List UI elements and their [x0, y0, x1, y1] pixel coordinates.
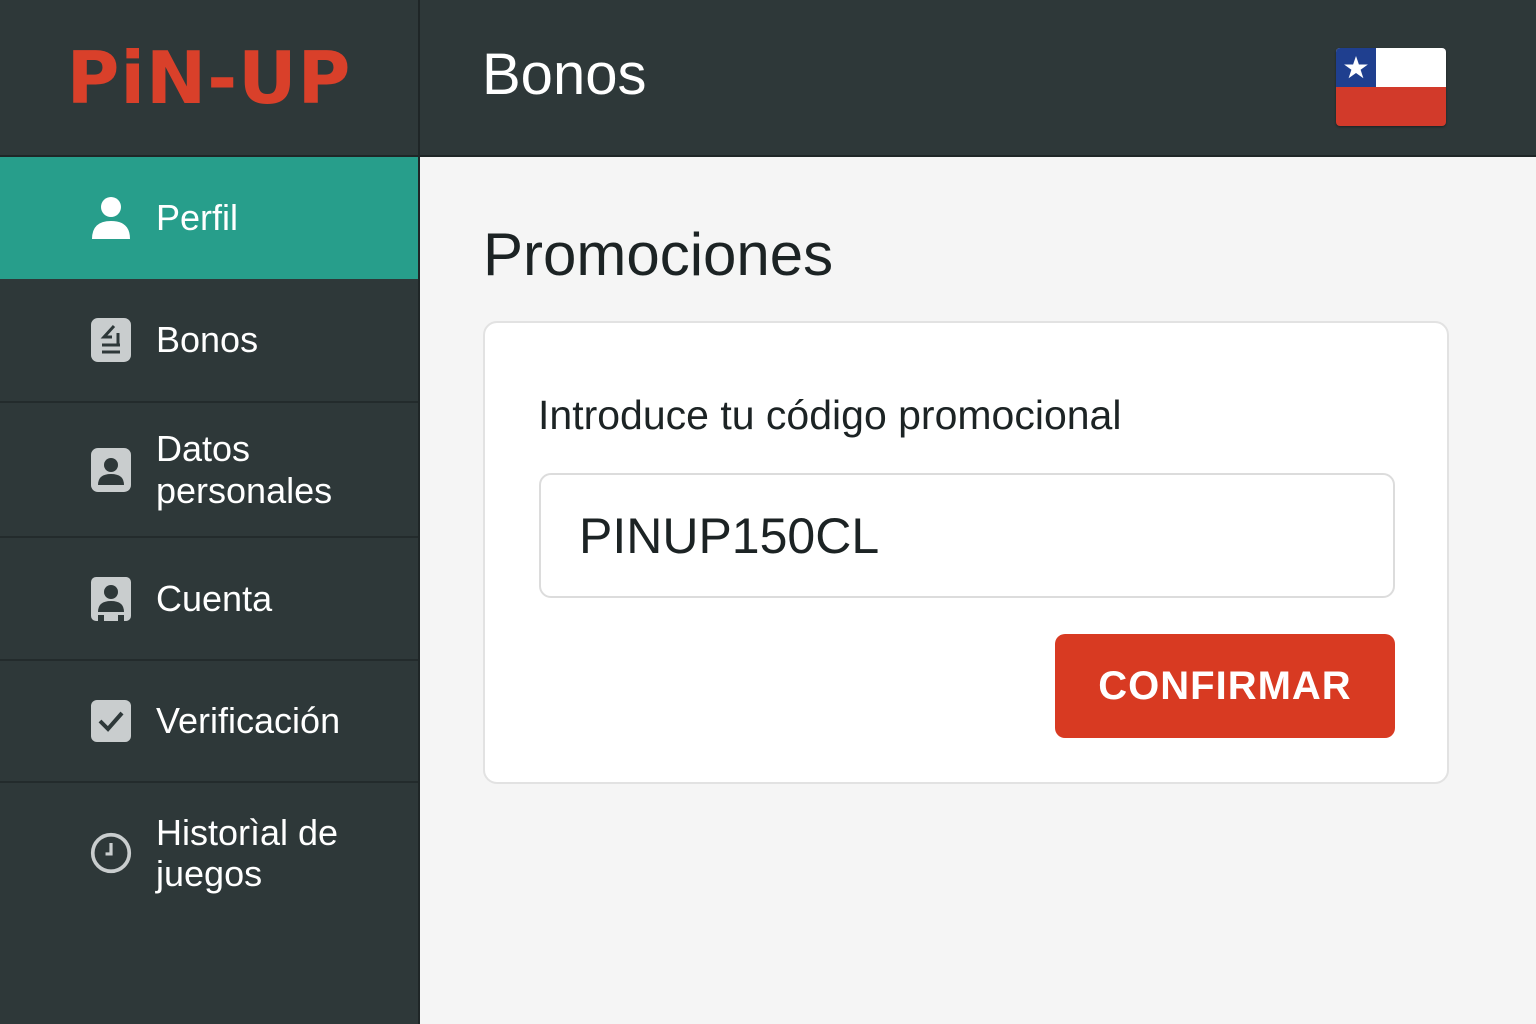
sidebar-item-label: Bonos [156, 319, 259, 361]
page-title: Promociones [483, 221, 834, 288]
sidebar-item-historial[interactable]: Historìal de juegos [0, 783, 418, 923]
account-icon [90, 576, 132, 622]
pin-up-logo[interactable]: PiN-UP [67, 42, 352, 114]
confirm-button[interactable]: CONFIRMAR [1055, 634, 1395, 738]
chile-flag-icon[interactable] [1336, 48, 1446, 126]
sidebar-item-label: Perfil [156, 197, 239, 239]
sidebar: PiN-UP Perfil Bonos Datos personales Cue… [0, 0, 420, 1024]
sidebar-item-label: Datos personales [156, 428, 333, 511]
sidebar-item-bonos[interactable]: Bonos [0, 279, 418, 403]
id-card-icon [90, 447, 132, 493]
sidebar-item-label: Verificación [156, 700, 341, 742]
promo-code-label: Introduce tu código promocional [538, 392, 1122, 438]
logo-area: PiN-UP [0, 0, 418, 157]
promo-card: Introduce tu código promocional CONFIRMA… [483, 321, 1449, 784]
sidebar-item-label: Historìal de juegos [156, 811, 339, 894]
checkbox-icon [90, 698, 132, 744]
sidebar-item-verificacion[interactable]: Verificación [0, 661, 418, 783]
main-content: Promociones Introduce tu código promocio… [420, 157, 1536, 1024]
sidebar-item-perfil[interactable]: Perfil [0, 157, 418, 279]
header-title: Bonos [482, 42, 647, 107]
promo-code-input[interactable] [539, 473, 1395, 598]
user-icon [90, 195, 132, 241]
sidebar-item-cuenta[interactable]: Cuenta [0, 538, 418, 661]
sidebar-item-datos-personales[interactable]: Datos personales [0, 403, 418, 538]
sidebar-item-label: Cuenta [156, 577, 273, 619]
clock-icon [90, 830, 132, 876]
top-header: Bonos [420, 0, 1536, 157]
bonus-icon [90, 317, 132, 363]
